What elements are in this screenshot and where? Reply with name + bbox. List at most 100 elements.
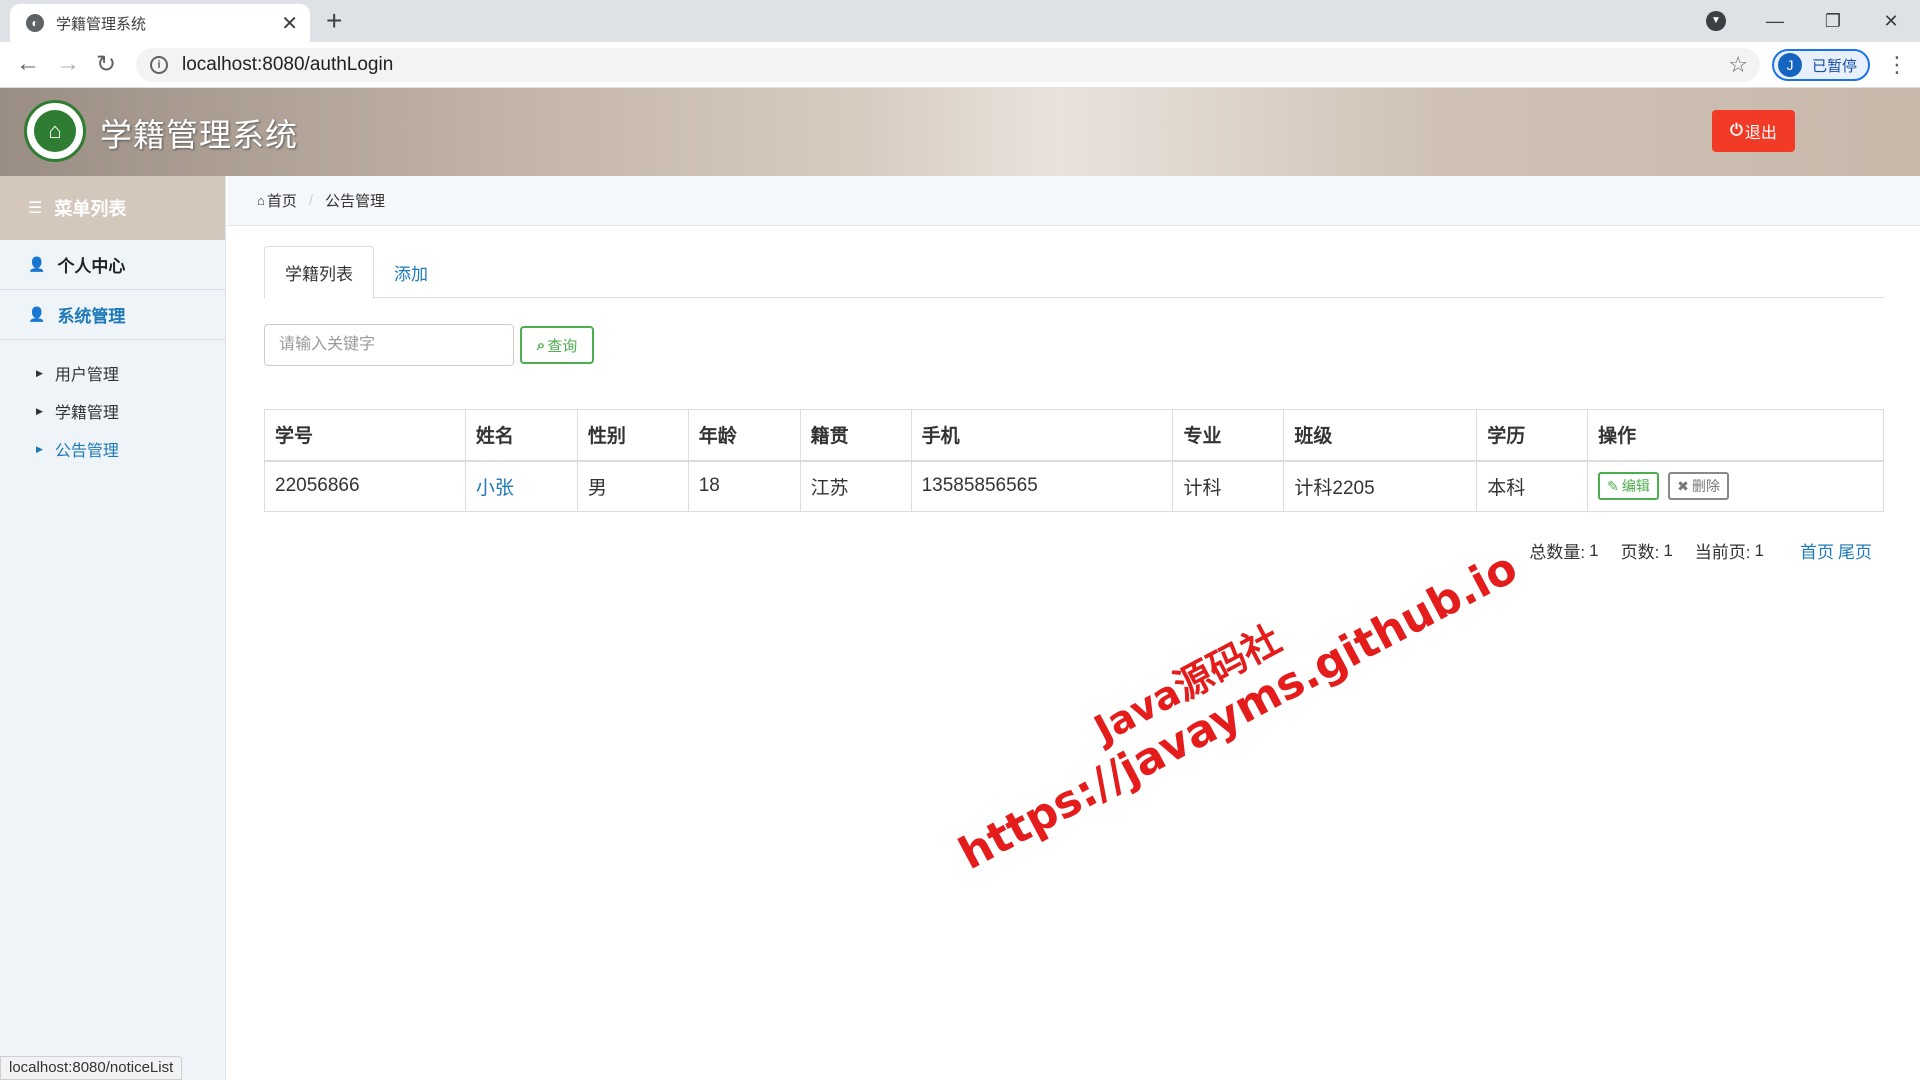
first-page-link[interactable]: 首页 [1800,538,1834,563]
cell-class: 计科2205 [1283,460,1478,512]
sidebar-group-label: 个人中心 [57,257,126,276]
pages-label: 页数: [1620,543,1660,562]
logout-button[interactable]: ⏻ 退出 [1712,110,1795,152]
current-page: 1 [1754,540,1764,560]
close-window-icon[interactable]: ✕ [1862,11,1920,32]
table-row: 22056866 小张 男 18 江苏 13585856565 计科 计科220… [264,460,1884,512]
browser-tab[interactable]: ◐ 学籍管理系统 ✕ [10,4,310,42]
cell-major: 计科 [1172,460,1285,512]
pagination: 总数量: 1 页数: 1 当前页: 1 首页 尾页 [1529,538,1872,563]
search-input[interactable] [264,324,514,366]
breadcrumb-current: 公告管理 [325,193,386,210]
watermark-line1: Java源码社 [1087,616,1289,752]
student-table: 学号 姓名 性别 年龄 籍贯 手机 专业 班级 学历 操作 22056866 小… [264,409,1884,512]
cell-phone: 13585856565 [910,460,1174,512]
caret-right-icon: ▶ [36,443,43,454]
student-name-link[interactable]: 小张 [476,478,514,499]
logo-emblem: ⌂ [34,110,76,152]
sidebar-item-notices[interactable]: ▶ 公告管理 [0,430,225,468]
browser-menu-icon[interactable]: ⋮ [1886,52,1908,78]
user-icon: 👤 [28,306,46,322]
user-icon: 👤 [28,256,46,272]
profile-button[interactable]: J 已暂停 [1772,49,1870,81]
page-count: 1 [1663,540,1673,560]
bookmark-star-icon[interactable]: ☆ [1728,52,1748,78]
profile-status: 已暂停 [1812,57,1858,75]
new-tab-icon[interactable]: + [326,6,342,36]
cell-education: 本科 [1476,460,1589,512]
reload-icon[interactable]: ↻ [96,50,116,79]
forward-icon[interactable]: → [56,50,80,78]
sidebar-group-label: 系统管理 [57,307,126,326]
column-header: 手机 [910,409,1174,462]
column-header: 班级 [1283,409,1478,462]
cell-age: 18 [687,460,801,512]
table-header-row: 学号 姓名 性别 年龄 籍贯 手机 专业 班级 学历 操作 [264,409,1884,462]
address-bar[interactable]: i localhost:8080/authLogin ☆ [136,48,1760,82]
browser-tabstrip: ◐ 学籍管理系统 ✕ + ▼ — ❐ ✕ [0,0,1920,42]
sidebar-submenu: ▶ 用户管理 ▶ 学籍管理 ▶ 公告管理 [0,340,225,468]
column-header: 姓名 [464,409,578,462]
app-header: ⌂ 学籍管理系统 ⏻ 退出 [0,88,1920,176]
tab-title: 学籍管理系统 [56,15,147,33]
close-tab-icon[interactable]: ✕ [281,11,298,36]
close-icon: ✖ [1677,477,1689,494]
caret-right-icon: ▶ [36,405,43,416]
sidebar: ☰ 菜单列表 👤 个人中心 👤 系统管理 ▶ 用户管理 ▶ 学籍管理 ▶ 公告管… [0,176,226,1080]
query-button[interactable]: ⌕ 查询 [520,326,594,364]
tab-search-icon[interactable]: ▼ [1706,11,1726,31]
status-bar-url: localhost:8080/noticeList [0,1056,183,1080]
cell-actions: ✎ 编辑 ✖ 删除 [1587,460,1884,512]
sidebar-item-label: 用户管理 [54,367,119,384]
column-header: 专业 [1172,409,1285,462]
sidebar-item-label: 公告管理 [54,443,119,460]
window-controls: ▼ — ❐ ✕ [1706,0,1920,42]
edit-button[interactable]: ✎ 编辑 [1598,472,1659,501]
minimize-icon[interactable]: — [1746,11,1804,32]
total-count: 1 [1589,540,1599,560]
url-text[interactable]: localhost:8080/authLogin [182,54,393,76]
tab-student-list[interactable]: 学籍列表 [264,246,374,299]
edit-label: 编辑 [1621,478,1650,495]
sidebar-item-student-records[interactable]: ▶ 学籍管理 [0,392,225,430]
cell-student-id: 22056866 [264,460,466,512]
delete-button[interactable]: ✖ 删除 [1668,472,1729,501]
column-header: 操作 [1587,409,1884,462]
sidebar-title: 菜单列表 [54,199,127,219]
column-header: 性别 [576,409,689,462]
column-header: 学历 [1476,409,1589,462]
school-logo: ⌂ [24,100,86,162]
back-icon[interactable]: ← [16,50,40,78]
sidebar-item-label: 学籍管理 [54,405,119,422]
avatar: J [1778,53,1802,77]
breadcrumb-separator: / [308,192,314,209]
delete-label: 删除 [1691,478,1720,495]
sidebar-group-personal[interactable]: 👤 个人中心 [0,240,225,290]
pencil-icon: ✎ [1607,477,1619,494]
browser-toolbar: ← → ↻ i localhost:8080/authLogin ☆ J 已暂停… [0,42,1920,88]
column-header: 学号 [264,409,466,462]
last-page-link[interactable]: 尾页 [1838,538,1872,563]
cell-hometown: 江苏 [799,460,912,512]
power-icon: ⏻ [1730,122,1743,139]
current-page-label: 当前页: [1694,543,1751,562]
app-title: 学籍管理系统 [100,117,299,153]
content-tabs: 学籍列表 添加 [264,246,1884,299]
sidebar-item-users[interactable]: ▶ 用户管理 [0,354,225,392]
column-header: 籍贯 [799,409,912,462]
sidebar-header: ☰ 菜单列表 [0,176,225,240]
search-icon: ⌕ [536,336,546,354]
cell-name: 小张 [464,460,578,512]
total-label: 总数量: [1529,543,1586,562]
restore-icon[interactable]: ❐ [1804,11,1862,32]
cell-gender: 男 [576,460,689,512]
breadcrumb-home[interactable]: 首页 [267,190,297,211]
caret-right-icon: ▶ [36,367,43,378]
column-header: 年龄 [687,409,801,462]
tab-add[interactable]: 添加 [374,246,448,298]
sidebar-group-system[interactable]: 👤 系统管理 [0,290,225,340]
watermark-line2: https://javayms.github.io [950,541,1526,880]
query-label: 查询 [547,337,578,355]
info-icon[interactable]: i [150,56,168,74]
watermark: Java源码社 https://javayms.github.io [931,534,1526,880]
